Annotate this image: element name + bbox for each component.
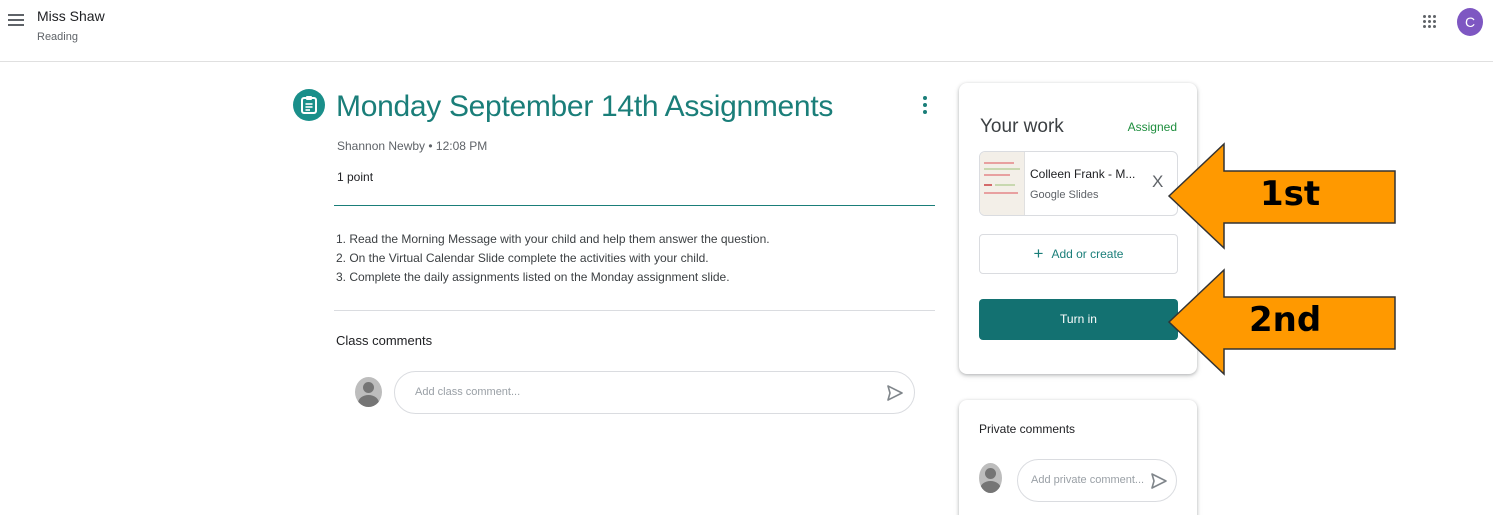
instruction-line: 2. On the Virtual Calendar Slide complet…	[336, 251, 709, 265]
assignment-title: Monday September 14th Assignments	[336, 90, 834, 123]
first-annotation-label: 1st	[1260, 174, 1321, 214]
more-vert-icon[interactable]	[920, 96, 930, 116]
class-comments-heading: Class comments	[336, 333, 433, 348]
private-comments-card: Private comments Add private comment...	[959, 400, 1197, 515]
turn-in-button[interactable]: Turn in	[979, 299, 1178, 340]
slides-thumbnail	[980, 152, 1025, 215]
hamburger-menu-icon[interactable]	[8, 14, 24, 28]
instruction-line: 3. Complete the daily assignments listed…	[336, 270, 730, 284]
send-icon[interactable]	[1150, 472, 1168, 495]
account-avatar[interactable]: C	[1457, 8, 1483, 36]
top-bar: Miss Shaw Reading C	[0, 0, 1493, 62]
comments-divider	[334, 310, 935, 311]
user-avatar-icon	[979, 463, 1002, 493]
private-comment-input[interactable]: Add private comment...	[1017, 459, 1177, 502]
instruction-line: 1. Read the Morning Message with your ch…	[336, 232, 770, 246]
google-apps-grid-icon[interactable]	[1423, 15, 1437, 29]
header-divider	[334, 205, 935, 206]
your-work-card: Your work Assigned Colleen Frank - M... …	[959, 83, 1197, 374]
status-badge: Assigned	[1127, 120, 1177, 134]
attachment-name: Colleen Frank - M...	[1030, 167, 1136, 181]
assignment-instructions: 1. Read the Morning Message with your ch…	[336, 230, 770, 287]
second-annotation-label: 2nd	[1249, 300, 1322, 340]
private-comments-heading: Private comments	[979, 422, 1076, 436]
assignment-meta: Shannon Newby • 12:08 PM	[337, 139, 488, 153]
plus-icon: +	[1033, 244, 1044, 263]
add-or-create-button[interactable]: + Add or create	[979, 234, 1178, 274]
attachment-chip[interactable]: Colleen Frank - M... Google Slides X	[979, 151, 1178, 216]
attachment-type: Google Slides	[1030, 189, 1099, 201]
class-section: Reading	[37, 31, 78, 43]
close-icon[interactable]: X	[1152, 172, 1163, 192]
class-comment-input[interactable]: Add class comment...	[394, 371, 915, 414]
send-icon[interactable]	[886, 384, 904, 407]
your-work-title: Your work	[980, 116, 1064, 137]
assignment-points: 1 point	[337, 170, 374, 184]
assignment-clipboard-icon	[293, 89, 325, 121]
class-comment-placeholder: Add class comment...	[415, 386, 521, 398]
add-or-create-label: Add or create	[1051, 247, 1124, 261]
class-name[interactable]: Miss Shaw	[37, 8, 105, 24]
private-comment-placeholder: Add private comment...	[1031, 474, 1145, 486]
user-avatar-icon	[355, 377, 382, 407]
